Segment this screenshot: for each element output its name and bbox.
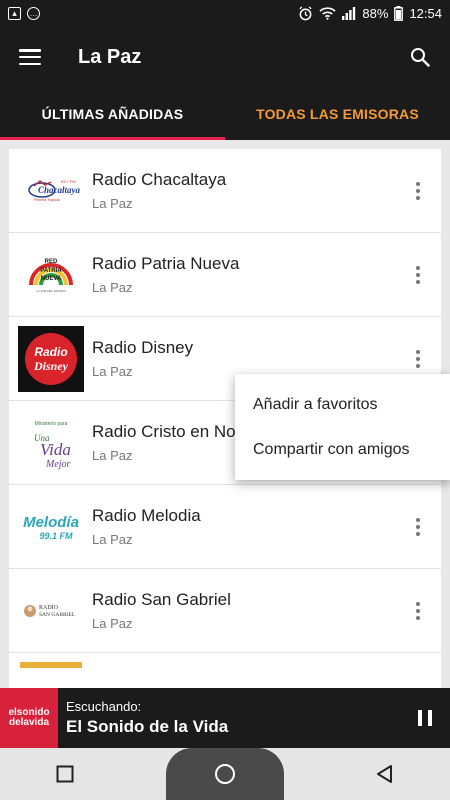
station-texts: Radio San Gabriel La Paz [92, 590, 231, 631]
back-button[interactable] [355, 748, 415, 800]
svg-text:RED: RED [45, 259, 58, 265]
svg-text:Melodía: Melodía [23, 514, 79, 531]
now-playing-bar[interactable]: elsonido delavida Escuchando: El Sonido … [0, 688, 450, 748]
station-name: Radio San Gabriel [92, 590, 231, 609]
status-time: 12:54 [409, 5, 442, 21]
app-bar: La Paz [0, 26, 450, 88]
message-icon: … [27, 6, 40, 20]
svg-text:PATRIA: PATRIA [40, 268, 62, 274]
svg-text:Disney: Disney [33, 359, 69, 373]
signal-icon [342, 6, 356, 20]
home-button[interactable] [165, 748, 284, 800]
svg-text:NUEVA: NUEVA [41, 276, 62, 282]
now-playing-logo-line2: delavida [8, 717, 50, 728]
svg-text:Radio: Radio [34, 345, 67, 359]
list-item[interactable]: RED PATRIA NUEVA LA VOZ DEL ESTADO Radio… [9, 233, 441, 317]
station-name: Radio Disney [92, 338, 194, 357]
station-logo-san-gabriel: RADIO SAN GABRIEL [18, 578, 84, 644]
station-city: La Paz [92, 532, 133, 547]
station-texts: Radio Disney La Paz [92, 338, 193, 379]
status-right: 88% 12:54 [298, 5, 442, 21]
station-name: Radio Patria Nueva [92, 254, 240, 273]
svg-text:Mejor: Mejor [45, 459, 71, 470]
menu-icon [19, 49, 41, 65]
list-item[interactable]: RADIO SAN GABRIEL Radio San Gabriel La P… [9, 569, 441, 653]
menu-item-add-favorites[interactable]: Añadir a favoritos [235, 382, 450, 427]
now-playing-label: Escuchando: [66, 699, 142, 714]
now-playing-texts: Escuchando: El Sonido de la Vida [66, 699, 228, 737]
station-name: Radio Chacaltaya [92, 170, 227, 189]
battery-percent: 88% [362, 5, 389, 21]
alarm-icon [298, 5, 313, 21]
svg-text:Ministerio para: Ministerio para [35, 421, 68, 427]
recents-button[interactable] [35, 748, 95, 800]
svg-text:Chacaltaya: Chacaltaya [38, 185, 80, 195]
station-city: La Paz [92, 364, 133, 379]
station-name: Radio Melodia [92, 506, 201, 525]
station-name: Radio Cristo en No [92, 422, 236, 441]
more-options-icon[interactable] [411, 181, 425, 201]
station-logo-cristo: Ministerio para Una Vida Mejor [18, 410, 84, 476]
list-item[interactable] [9, 653, 441, 688]
status-bar: ▴ … 88% 12:54 [0, 0, 450, 26]
station-texts: Radio Melodia La Paz [92, 506, 201, 547]
station-logo-patria-nueva: RED PATRIA NUEVA LA VOZ DEL ESTADO [18, 242, 84, 308]
more-options-icon[interactable] [411, 349, 425, 369]
more-options-icon[interactable] [411, 265, 425, 285]
svg-text:SAN GABRIEL: SAN GABRIEL [39, 612, 76, 618]
now-playing-title: El Sonido de la Vida [66, 717, 229, 736]
list-item[interactable]: Chacaltaya 93.7 FM Primera Tropical Radi… [9, 149, 441, 233]
list-item[interactable]: Melodía 99.1 FM Radio Melodia La Paz [9, 485, 441, 569]
station-texts: Radio Chacaltaya La Paz [92, 170, 226, 211]
tab-todas-las-emisoras[interactable]: TODAS LAS EMISORAS [225, 88, 450, 140]
search-icon [411, 48, 430, 67]
wifi-icon [319, 6, 337, 20]
station-logo-disney: Radio Disney [18, 325, 84, 392]
station-city: La Paz [92, 616, 133, 631]
station-logo-chacaltaya: Chacaltaya 93.7 FM Primera Tropical [18, 158, 84, 224]
station-logo-melodia: Melodía 99.1 FM [18, 494, 84, 560]
menu-item-share-friends[interactable]: Compartir con amigos [235, 427, 450, 472]
screen: ▴ … 88% 12:54 La Paz ÚLTIMAS AÑADIDAS TO… [0, 0, 450, 800]
station-city: La Paz [92, 196, 133, 211]
home-icon [214, 764, 235, 784]
svg-text:Primera Tropical: Primera Tropical [34, 198, 60, 202]
station-city: La Paz [92, 448, 133, 463]
station-texts: Radio Cristo en No La Paz [92, 422, 236, 463]
station-city: La Paz [92, 280, 133, 295]
more-options-icon[interactable] [411, 517, 425, 537]
page-title: La Paz [78, 45, 142, 68]
menu-button[interactable] [0, 26, 60, 88]
tab-bar: ÚLTIMAS AÑADIDAS TODAS LAS EMISORAS [0, 88, 450, 140]
search-button[interactable] [390, 26, 450, 88]
recents-icon [56, 765, 74, 783]
station-logo-partial [18, 661, 84, 689]
svg-text:RADIO: RADIO [39, 605, 59, 611]
battery-icon [394, 5, 404, 21]
svg-text:99.1 FM: 99.1 FM [39, 531, 73, 541]
now-playing-logo: elsonido delavida [0, 688, 58, 748]
back-icon [376, 765, 392, 783]
svg-text:LA VOZ DEL ESTADO: LA VOZ DEL ESTADO [36, 289, 67, 293]
pause-icon[interactable] [418, 710, 432, 726]
image-icon: ▴ [8, 6, 21, 20]
station-texts: Radio Patria Nueva La Paz [92, 254, 239, 295]
system-nav-bar [0, 748, 450, 800]
tab-ultimas-anadidas[interactable]: ÚLTIMAS AÑADIDAS [0, 88, 225, 140]
status-left: ▴ … [8, 6, 40, 20]
more-options-icon[interactable] [411, 601, 425, 621]
svg-text:93.7 FM: 93.7 FM [61, 179, 76, 184]
svg-text:Vida: Vida [40, 440, 71, 459]
popup-menu: Añadir a favoritos Compartir con amigos [235, 374, 450, 480]
